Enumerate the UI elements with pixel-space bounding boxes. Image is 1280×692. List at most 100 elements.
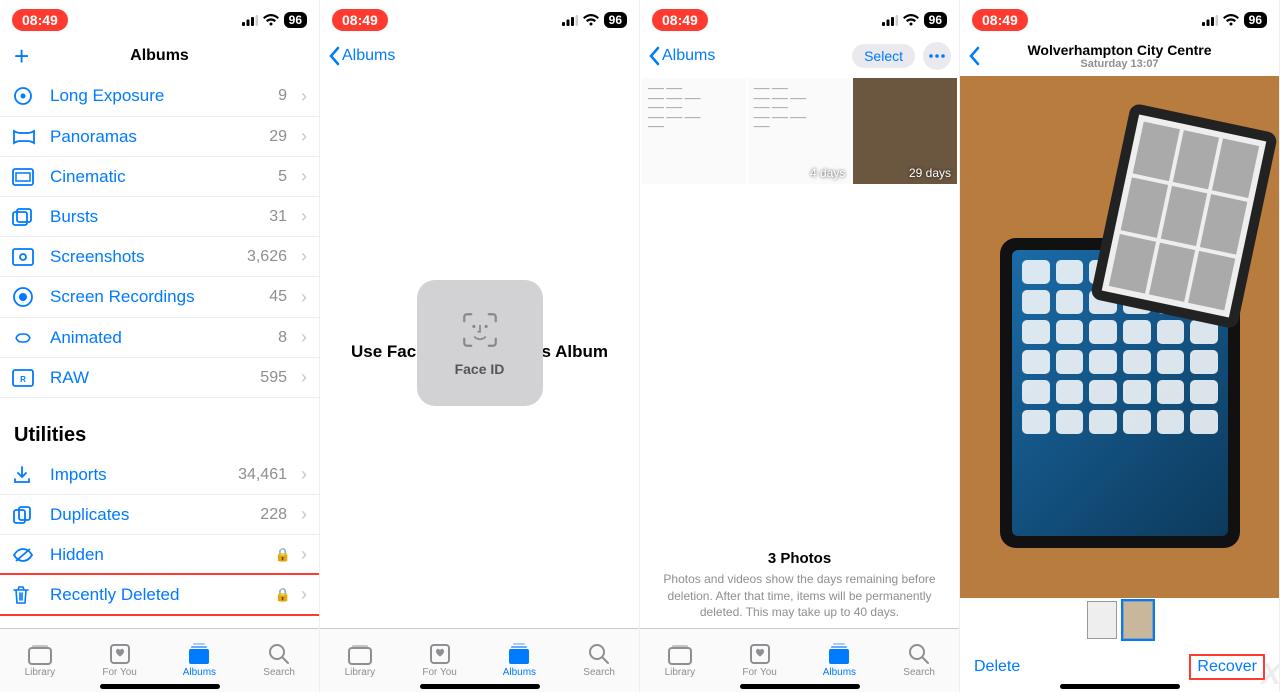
home-indicator[interactable] [100,684,220,689]
chevron-right-icon: › [301,367,307,388]
lock-icon: 🔒 [275,547,291,563]
photo-viewer[interactable] [960,76,1279,598]
tab-albums[interactable]: Albums [480,629,560,692]
library-icon [667,643,693,665]
album-row[interactable]: Panoramas 29 › [0,117,319,157]
utility-row[interactable]: Imports 34,461 › [0,455,319,495]
screenshot-icon [12,248,36,266]
back-button[interactable]: Albums [328,46,395,66]
album-row[interactable]: Bursts 31 › [0,197,319,237]
home-indicator[interactable] [420,684,540,689]
tab-albums[interactable]: Albums [800,629,880,692]
tab-library[interactable]: Library [640,629,720,692]
chevron-right-icon: › [301,504,307,525]
select-button[interactable]: Select [852,44,915,68]
tab-label: For You [742,667,776,678]
album-count: 5 [278,168,287,186]
chevron-left-icon [968,46,980,66]
chevron-left-icon [328,46,340,66]
battery-badge: 96 [604,12,627,28]
album-count: 31 [269,208,287,226]
albums-icon [827,643,851,665]
utility-row[interactable]: Hidden 🔒 › [0,535,319,575]
back-button[interactable] [968,46,980,66]
screen-albums: 08:49 96 + Albums Long Exposure 9 › Pano… [0,0,320,692]
strip-thumb[interactable] [1087,601,1117,639]
tab-bar: Library For YouAlbums Search [0,628,319,692]
wifi-icon [903,14,919,26]
album-row[interactable]: Cinematic 5 › [0,157,319,197]
wifi-icon [263,14,279,26]
cellular-icon [882,15,898,26]
time-pill: 08:49 [652,9,708,31]
cellular-icon [562,15,578,26]
album-label: RAW [50,368,246,388]
album-row[interactable]: Animated 8 › [0,318,319,358]
photo-grid: —— ———— —— ———— ———— —— —————— ———— —— —… [640,76,959,186]
raw-icon: R [12,369,36,387]
album-row[interactable]: Screen Recordings 45 › [0,277,319,318]
status-bar: 08:49 96 [320,0,639,36]
utilities-header: Utilities [0,398,319,455]
photo-location: Wolverhampton City Centre [960,42,1279,58]
tab-label: Search [263,667,295,678]
utility-row[interactable]: Duplicates 228 › [0,495,319,535]
screenrec-icon [12,286,36,308]
cellular-icon [1202,15,1218,26]
faceid-icon [459,309,501,351]
tab-bar: Library For You Albums Search [320,628,639,692]
album-label: Panoramas [50,127,255,147]
more-button[interactable] [923,42,951,70]
tab-search[interactable]: Search [879,629,959,692]
chevron-right-icon: › [301,86,307,107]
album-label: Screen Recordings [50,287,255,307]
chevron-right-icon: › [301,126,307,147]
strip-thumb-selected[interactable] [1123,601,1153,639]
library-icon [347,643,373,665]
faceid-dialog: Face ID [417,280,543,406]
album-row[interactable]: R RAW 595 › [0,358,319,398]
animated-icon [12,329,36,347]
tab-search[interactable]: Search [239,629,319,692]
deleted-photo-thumb[interactable]: 29 days [853,78,957,184]
utility-row[interactable]: Recently Deleted 🔒 › [0,573,319,616]
svg-text:R: R [20,375,26,384]
tab-label: For You [422,667,456,678]
add-button[interactable]: + [8,41,29,72]
deleted-photo-thumb[interactable]: —— ———— —— ———— ———— —— ————4 days [748,78,852,184]
delete-button[interactable]: Delete [974,658,1020,676]
foryou-icon [749,643,771,665]
thumbnail-strip[interactable] [960,598,1279,642]
faceid-label: Face ID [455,361,505,377]
screen-recently-deleted: 08:49 96 Albums Select —— ———— —— ———— —… [640,0,960,692]
days-remaining: 4 days [810,166,845,180]
album-row[interactable]: Long Exposure 9 › [0,76,319,117]
imports-icon [12,465,36,485]
photo-count: 3 Photos [656,550,943,567]
album-row[interactable]: Screenshots 3,626 › [0,237,319,277]
tab-library[interactable]: Library [320,629,400,692]
faceid-prompt-area: Use Face ID to View This Album Face ID [320,76,639,628]
home-indicator[interactable] [740,684,860,689]
deleted-photo-thumb[interactable]: —— ———— —— ———— ———— —— ———— [642,78,746,184]
tab-label: Library [345,667,376,678]
album-count: 8 [278,329,287,347]
recover-button[interactable]: Recover [1189,654,1265,680]
chevron-right-icon: › [301,206,307,227]
chevron-right-icon: › [301,584,307,605]
utility-label: Hidden [50,545,261,565]
photo-metadata: Wolverhampton City Centre Saturday 13:07 [960,42,1279,70]
tab-for-you[interactable]: For You [80,629,160,692]
tab-for-you[interactable]: For You [720,629,800,692]
tab-label: Search [583,667,615,678]
home-indicator[interactable] [1060,684,1180,689]
tab-albums[interactable]: Albums [160,629,240,692]
tab-library[interactable]: Library [0,629,80,692]
album-label: Long Exposure [50,86,264,106]
tab-for-you[interactable]: For You [400,629,480,692]
tab-search[interactable]: Search [559,629,639,692]
album-count: 45 [269,288,287,306]
back-button[interactable]: Albums [648,46,715,66]
tab-label: Library [25,667,56,678]
nav-bar: Albums [320,36,639,76]
